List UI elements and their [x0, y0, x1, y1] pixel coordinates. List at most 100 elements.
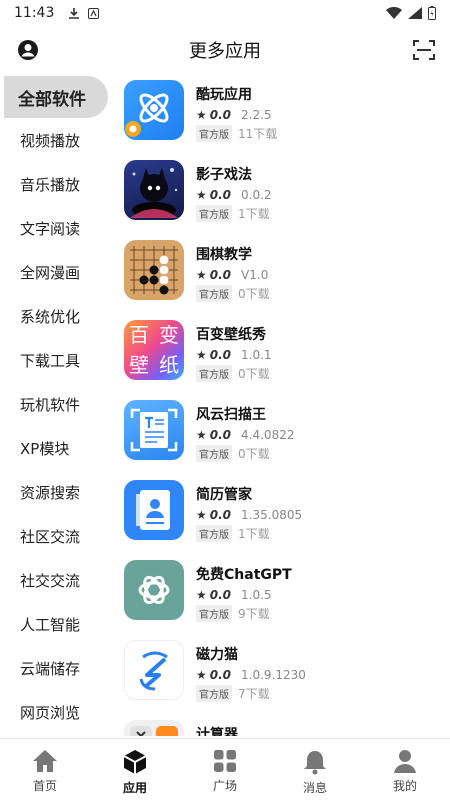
app-list-item[interactable]: 围棋教学 ★ 0.0 V1.0 官方版 0下载	[124, 240, 444, 320]
app-rating: 0.0	[209, 108, 232, 122]
bottom-nav: 首页 应用 广场 消息 我的	[0, 738, 450, 800]
app-list-item[interactable]: 免费ChatGPT ★ 0.0 1.0.5 官方版 9下载	[124, 560, 444, 640]
app-list-item[interactable]: 磁力猫 ★ 0.0 1.0.9.1230 官方版 7下载	[124, 640, 444, 720]
sidebar-item-browser[interactable]: 网页浏览	[0, 690, 108, 734]
nav-messages[interactable]: 消息	[270, 739, 360, 800]
wallpaper-app-icon: 百 变 壁 纸	[124, 320, 184, 380]
app-name: 围棋教学	[196, 247, 252, 263]
official-badge: 官方版	[196, 444, 232, 462]
app-rating: 0.0	[209, 508, 232, 522]
app-downloads: 0下载	[238, 446, 270, 461]
nav-label: 首页	[32, 779, 57, 793]
shadow-game-icon	[124, 160, 184, 220]
app-rating: 0.0	[209, 588, 232, 602]
wallpaper-icon-char: 百	[129, 323, 149, 347]
nav-home[interactable]: 首页	[0, 739, 90, 800]
official-badge: 官方版	[196, 364, 232, 382]
home-icon	[33, 750, 57, 772]
magnet-cat-icon	[124, 640, 184, 700]
app-list-item[interactable]: 简历管家 ★ 0.0 1.35.0805 官方版 1下载	[124, 480, 444, 560]
sidebar-item-label: 系统优化	[20, 307, 81, 326]
star-icon: ★	[196, 668, 207, 682]
sidebar-item-system[interactable]: 系统优化	[0, 294, 108, 338]
star-icon: ★	[196, 588, 207, 602]
official-badge: 官方版	[196, 204, 232, 222]
sidebar-item-ai[interactable]: 人工智能	[0, 602, 108, 646]
app-name: 简历管家	[196, 487, 252, 503]
star-icon: ★	[196, 188, 207, 202]
wifi-icon	[386, 7, 402, 19]
sidebar-item-label: 社交交流	[20, 571, 81, 590]
sidebar-item-tweaks[interactable]: 玩机软件	[0, 382, 108, 426]
app-list-item[interactable]: 影子戏法 ★ 0.0 0.0.2 官方版 1下载	[124, 160, 444, 240]
sidebar-item-video[interactable]: 视频播放	[0, 118, 108, 162]
app-name: 酷玩应用	[196, 87, 252, 103]
app-downloads: 7下载	[238, 686, 270, 701]
app-version: 1.0.5	[241, 588, 272, 602]
official-badge: 官方版	[196, 124, 232, 142]
sidebar-item-music[interactable]: 音乐播放	[0, 162, 108, 206]
sidebar-item-label: 全部软件	[18, 89, 86, 110]
sidebar-item-all[interactable]: 全部软件	[4, 76, 108, 118]
star-icon: ★	[196, 508, 207, 522]
star-icon: ★	[196, 348, 207, 362]
app-name: 计算器	[196, 727, 238, 736]
nav-square[interactable]: 广场	[180, 739, 270, 800]
battery-icon	[428, 6, 436, 20]
app-name: 风云扫描王	[196, 407, 266, 423]
app-list: 酷玩应用 ★ 0.0 2.2.5 官方版 11下载 影子戏法 ★ 0.0 0.0.2 官方…	[124, 80, 444, 736]
wallpaper-icon-char: 纸	[159, 353, 179, 377]
sidebar-item-reading[interactable]: 文字阅读	[0, 206, 108, 250]
download-status-icon	[69, 8, 80, 19]
wallpaper-icon-char: 壁	[129, 353, 149, 377]
official-badge: 官方版	[196, 684, 232, 702]
page-title: 更多应用	[189, 41, 261, 62]
sidebar-item-download[interactable]: 下载工具	[0, 338, 108, 382]
user-avatar-icon[interactable]	[16, 38, 40, 62]
app-name: 磁力猫	[196, 647, 238, 663]
app-name: 百变壁纸秀	[196, 327, 266, 343]
app-version: 2.2.5	[241, 108, 272, 122]
sidebar-item-search[interactable]: 资源搜索	[0, 470, 108, 514]
chatgpt-app-icon	[124, 560, 184, 620]
wallpaper-icon-char: 变	[159, 323, 179, 347]
scan-icon[interactable]	[412, 38, 436, 62]
nav-me[interactable]: 我的	[360, 739, 450, 800]
calculator-app-icon	[124, 720, 184, 736]
app-list-item[interactable]: 百 变 壁 纸 百变壁纸秀 ★ 0.0 1.0.1 官方版 0下载	[124, 320, 444, 400]
app-version: 0.0.2	[241, 188, 272, 202]
sidebar-item-comics[interactable]: 全网漫画	[0, 250, 108, 294]
app-downloads: 1下载	[238, 206, 270, 221]
sidebar-item-label: 全网漫画	[20, 263, 81, 282]
sidebar-item-community[interactable]: 社区交流	[0, 514, 108, 558]
sidebar-item-cloud[interactable]: 云端储存	[0, 646, 108, 690]
app-rating: 0.0	[209, 428, 232, 442]
app-list-item[interactable]: 风云扫描王 ★ 0.0 4.4.0822 官方版 0下载	[124, 400, 444, 480]
go-board-icon	[124, 240, 184, 300]
app-list-item[interactable]: 酷玩应用 ★ 0.0 2.2.5 官方版 11下载	[124, 80, 444, 160]
app-rating: 0.0	[209, 188, 232, 202]
sidebar-item-label: XP模块	[20, 439, 70, 458]
sidebar-item-xposed[interactable]: XP模块	[0, 426, 108, 470]
app-downloads: 0下载	[238, 286, 270, 301]
app-version: 4.4.0822	[241, 428, 295, 442]
scanner-app-icon	[124, 400, 184, 460]
sidebar-item-label: 音乐播放	[20, 175, 81, 194]
kuwan-app-icon	[124, 80, 184, 140]
app-list-item[interactable]: 计算器	[124, 720, 444, 736]
sidebar-item-social[interactable]: 社交交流	[0, 558, 108, 602]
sidebar-item-label: 文字阅读	[20, 219, 81, 238]
sidebar-item-label: 资源搜索	[20, 483, 81, 502]
star-icon: ★	[196, 268, 207, 282]
app-rating: 0.0	[209, 268, 232, 282]
app-rating: 0.0	[209, 668, 232, 682]
official-badge: 官方版	[196, 604, 232, 622]
app-version: 1.0.1	[241, 348, 272, 362]
sidebar-item-label: 社区交流	[20, 527, 81, 546]
resume-app-icon	[124, 480, 184, 540]
nav-apps[interactable]: 应用	[90, 739, 180, 800]
bell-icon	[304, 751, 326, 775]
sidebar-item-label: 下载工具	[20, 351, 81, 370]
app-downloads: 1下载	[238, 526, 270, 541]
star-icon: ★	[196, 428, 207, 442]
